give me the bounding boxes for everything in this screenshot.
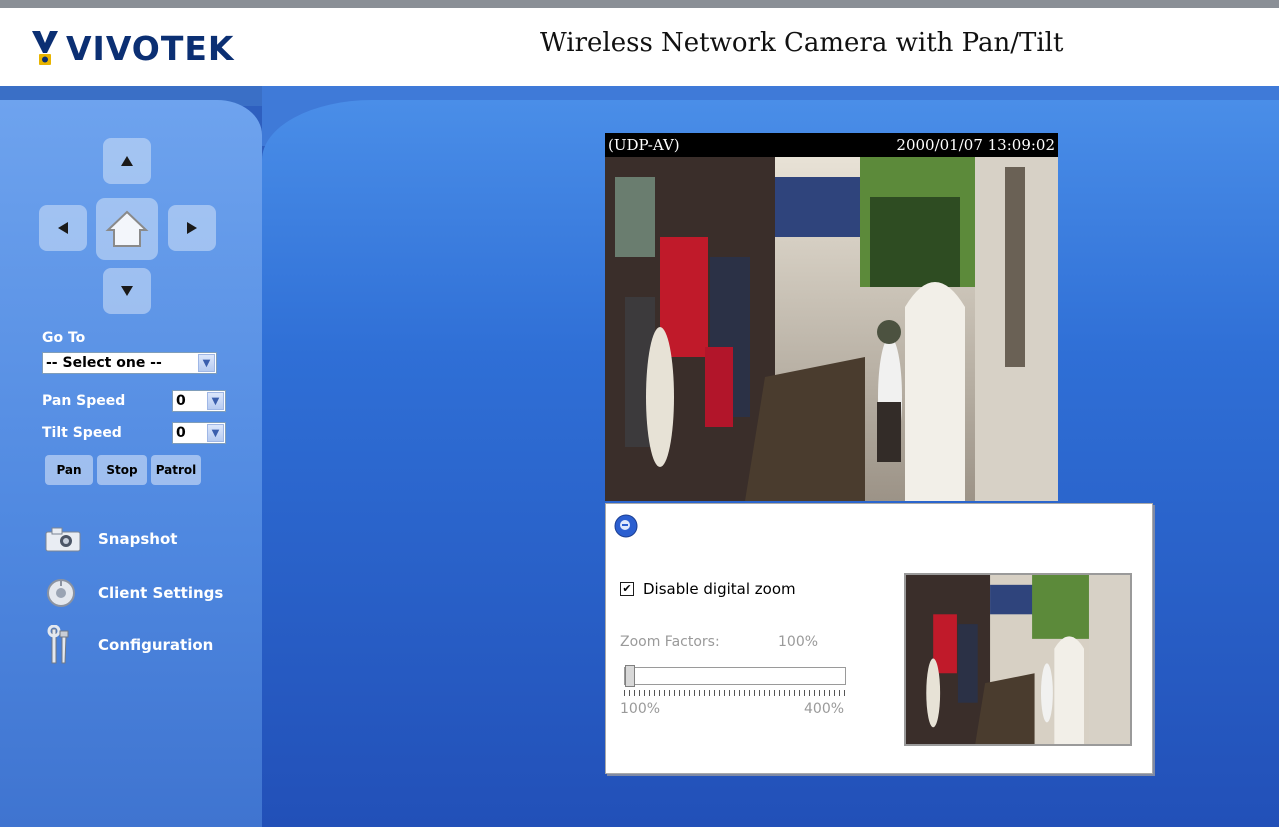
menu-snapshot-label: Snapshot [98,530,178,548]
pan-speed-value: 0 [176,393,186,409]
arrow-up-icon [121,156,133,166]
stop-button[interactable]: Stop [97,455,147,485]
chevron-down-icon: ▼ [207,424,224,442]
zoom-slider-max: 400% [804,701,845,717]
zoom-slider[interactable] [624,665,846,687]
chevron-down-icon: ▼ [207,392,224,410]
patrol-button[interactable]: Patrol [151,455,201,485]
ptz-left-button[interactable] [39,205,87,251]
tilt-speed-label: Tilt Speed [42,425,122,441]
ptz-up-button[interactable] [103,138,151,184]
pan-speed-select[interactable]: 0 ▼ [172,390,226,412]
home-icon [105,210,149,247]
zoom-factors-label: Zoom Factors: [620,634,720,650]
digital-zoom-panel: ✔ Disable digital zoom Zoom Factors: 100… [605,503,1153,774]
zoom-slider-ticks [624,690,846,696]
tilt-speed-select[interactable]: 0 ▼ [172,422,226,444]
sidebar: Go To -- Select one -- ▼ Pan Speed 0 ▼ T… [0,100,262,827]
vivotek-mark-icon [32,31,58,65]
video-status-bar: (UDP-AV) 2000/01/07 13:09:02 [605,133,1058,157]
brand-logo: VIVOTEK [30,28,234,68]
top-border [0,0,1279,8]
menu-snapshot[interactable]: Snapshot [44,522,177,556]
goto-select-value: -- Select one -- [46,355,162,371]
ptz-home-button[interactable] [96,198,158,260]
zoom-slider-min: 100% [620,701,661,717]
video-timestamp: 2000/01/07 13:09:02 [896,136,1055,154]
zoom-magnifier-icon[interactable] [613,513,643,547]
arrow-right-icon [187,222,197,234]
page-title: Wireless Network Camera with Pan/Tilt [540,28,1064,58]
disable-zoom-checkbox[interactable]: ✔ [620,582,634,596]
ptz-right-button[interactable] [168,205,216,251]
brand-name: VIVOTEK [66,28,235,68]
disable-zoom-row: ✔ Disable digital zoom [620,580,796,598]
camera-icon [44,522,84,556]
pan-speed-label: Pan Speed [42,393,126,409]
settings-disc-icon [44,576,84,610]
chevron-down-icon: ▼ [198,354,215,372]
menu-client-settings-label: Client Settings [98,584,224,602]
arrow-left-icon [58,222,68,234]
menu-configuration[interactable]: Configuration [44,625,214,664]
zoom-factors-value: 100% [778,634,819,650]
tilt-speed-value: 0 [176,425,186,441]
goto-label: Go To [42,330,86,346]
menu-configuration-label: Configuration [98,636,214,654]
arrow-down-icon [121,286,133,296]
video-protocol: (UDP-AV) [608,136,680,154]
menu-client-settings[interactable]: Client Settings [44,576,223,610]
zoom-preview-thumbnail[interactable] [904,573,1132,746]
goto-select[interactable]: -- Select one -- ▼ [42,352,217,374]
video-stream[interactable] [605,157,1058,501]
disable-zoom-label: Disable digital zoom [643,580,796,598]
logo-tab: VIVOTEK [0,8,295,98]
preview-image [906,575,1130,744]
tools-icon [44,625,84,664]
camera-view-image [605,157,1058,501]
zoom-slider-thumb[interactable] [625,665,635,687]
ptz-down-button[interactable] [103,268,151,314]
pan-button[interactable]: Pan [45,455,93,485]
